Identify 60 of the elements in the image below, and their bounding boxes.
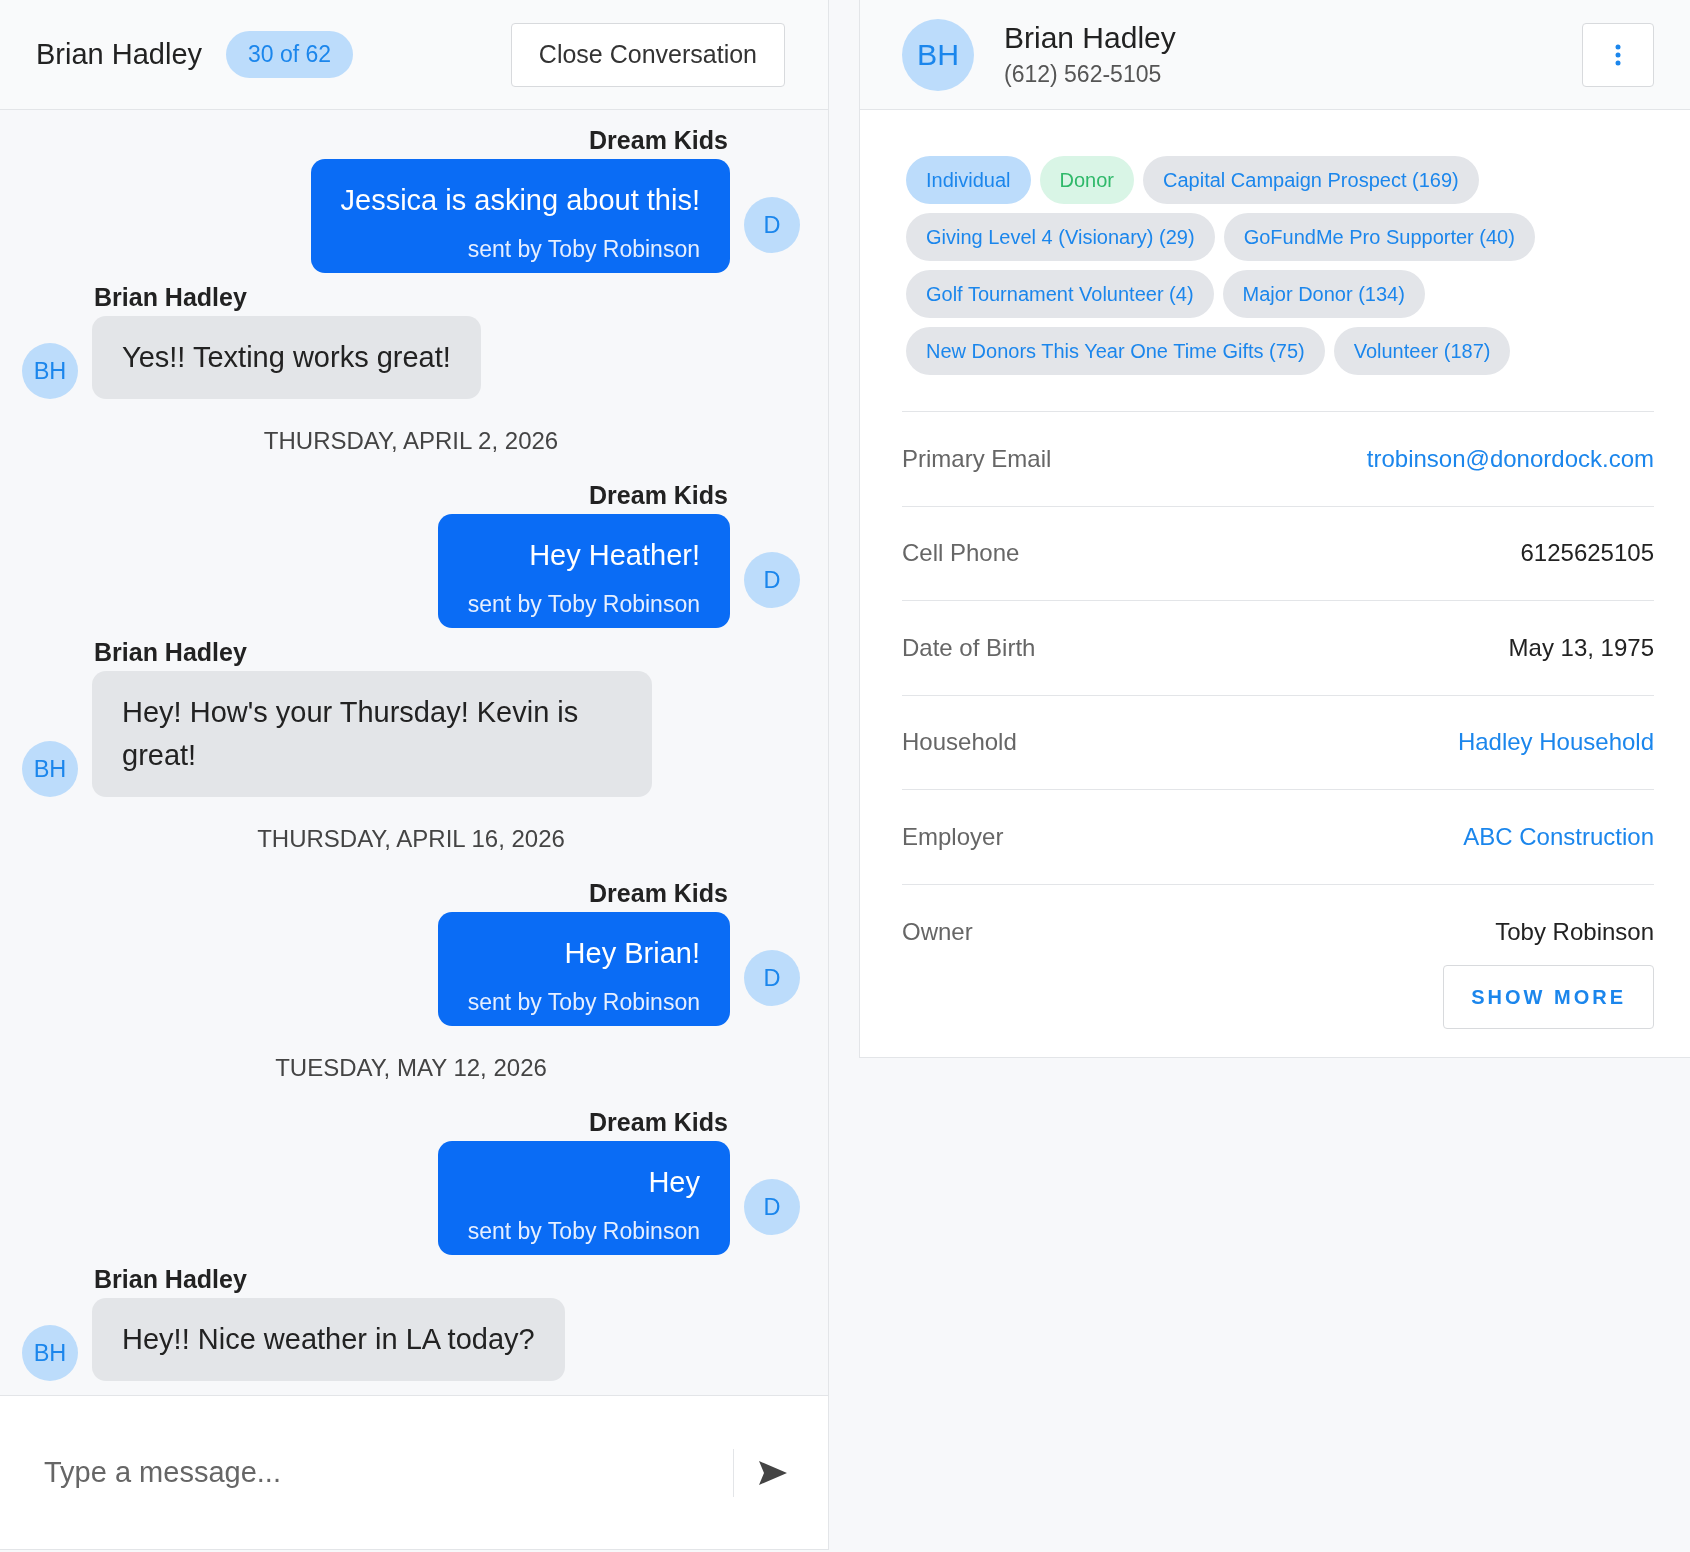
message-text: Hey Brian!: [564, 936, 700, 971]
message-text: Hey! How's your Thursday! Kevin is great!: [122, 695, 580, 773]
field-link[interactable]: ABC Construction: [1463, 822, 1654, 851]
tag: Capital Campaign Prospect (169): [1143, 156, 1479, 204]
field-link[interactable]: trobinson@donordock.com: [1366, 444, 1654, 473]
field-label: Employer: [902, 822, 1004, 851]
tag: New Donors This Year One Time Gifts (75): [906, 327, 1325, 375]
tag: Individual: [906, 156, 1031, 204]
sent-by-text: sent by Toby Robinson: [467, 591, 700, 618]
sender-name: Brian Hadley: [94, 638, 247, 667]
avatar: BH: [22, 343, 78, 399]
avatar: BH: [22, 1325, 78, 1381]
sender-name: Brian Hadley: [94, 283, 247, 312]
message-text: Jessica is asking about this!: [340, 183, 700, 218]
field-value: Toby Robinson: [1495, 917, 1654, 946]
sent-by-text: sent by Toby Robinson: [467, 1218, 700, 1245]
tag: Volunteer (187): [1333, 327, 1511, 375]
send-icon: [758, 1459, 788, 1486]
avatar: D: [744, 552, 800, 608]
message-input[interactable]: Type a message...: [42, 1455, 709, 1490]
sender-name: Brian Hadley: [94, 1265, 247, 1294]
close-conversation-button[interactable]: Close Conversation: [510, 22, 785, 87]
contact-phone: (612) 562-5105: [1004, 61, 1163, 88]
field-label: Household: [902, 728, 1017, 757]
sender-name: Dream Kids: [589, 481, 728, 510]
field-link[interactable]: Hadley Household: [1457, 728, 1654, 757]
message-text: Hey Heather!: [529, 538, 700, 573]
sender-name: Dream Kids: [589, 879, 728, 908]
contact-name: Brian Hadley: [36, 38, 203, 71]
message-text: Hey: [648, 1165, 700, 1200]
tag: Giving Level 4 (Visionary) (29): [906, 213, 1215, 261]
sender-name: Dream Kids: [589, 1108, 728, 1137]
message-text: Yes!! Texting works great!: [122, 340, 451, 375]
field-label: Cell Phone: [902, 539, 1020, 568]
message-text: Hey!! Nice weather in LA today?: [122, 1322, 535, 1357]
avatar: D: [744, 1179, 800, 1235]
contact-name: Brian Hadley: [1004, 21, 1176, 55]
tag: Major Donor (134): [1222, 270, 1425, 318]
send-button[interactable]: [758, 1459, 788, 1486]
field-label: Owner: [902, 917, 973, 946]
tag: GoFundMe Pro Supporter (40): [1223, 213, 1535, 261]
field-value: May 13, 1975: [1508, 633, 1654, 662]
conversation-count-badge: 30 of 62: [226, 31, 354, 78]
sender-name: Dream Kids: [589, 126, 728, 155]
avatar: D: [744, 950, 800, 1006]
field-value: 6125625105: [1520, 539, 1654, 568]
tag: Donor: [1039, 156, 1134, 204]
date-separator: THURSDAY, APRIL 2, 2026: [263, 427, 559, 455]
sent-by-text: sent by Toby Robinson: [467, 989, 700, 1016]
date-separator: TUESDAY, MAY 12, 2026: [275, 1054, 547, 1082]
avatar: BH: [22, 741, 78, 797]
more-vertical-icon: [1615, 43, 1621, 66]
date-separator: THURSDAY, APRIL 16, 2026: [257, 825, 565, 853]
sent-by-text: sent by Toby Robinson: [467, 236, 700, 263]
avatar: D: [744, 197, 800, 253]
contact-avatar: BH: [902, 18, 974, 91]
tag: Golf Tournament Volunteer (4): [906, 270, 1214, 318]
show-more-button[interactable]: SHOW MORE: [1443, 965, 1654, 1029]
field-label: Primary Email: [902, 444, 1052, 473]
field-label: Date of Birth: [902, 633, 1036, 662]
